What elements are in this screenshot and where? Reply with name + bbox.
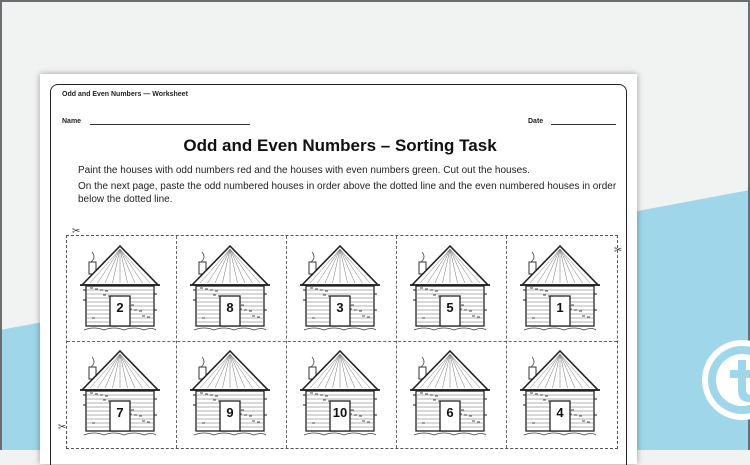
house-number: 4 bbox=[556, 405, 564, 420]
house-drawing bbox=[300, 244, 380, 331]
house-card: 4 bbox=[510, 343, 610, 443]
window-frame-top bbox=[0, 0, 750, 2]
house-number: 8 bbox=[226, 300, 234, 315]
house-drawing bbox=[520, 244, 600, 331]
house-card: 10 bbox=[290, 343, 390, 443]
grid-divider bbox=[67, 341, 617, 342]
house-drawing bbox=[190, 244, 270, 331]
house-drawing bbox=[80, 349, 160, 436]
twinkl-logo-icon bbox=[702, 340, 750, 420]
worksheet-header-title: Odd and Even Numbers — Worksheet bbox=[62, 91, 188, 98]
house-card: 5 bbox=[400, 238, 500, 338]
name-label: Name bbox=[62, 118, 82, 125]
house-drawing bbox=[80, 244, 160, 331]
house-drawing bbox=[410, 244, 490, 331]
house-drawing bbox=[300, 349, 380, 436]
instruction-2: On the next page, paste the odd numbered… bbox=[78, 181, 617, 205]
house-card: 3 bbox=[290, 238, 390, 338]
house-card: 8 bbox=[180, 238, 280, 338]
grid-divider bbox=[396, 236, 397, 448]
house-card: 7 bbox=[70, 343, 170, 443]
house-drawing bbox=[520, 349, 600, 436]
house-number: 1 bbox=[556, 300, 564, 315]
house-card: 6 bbox=[400, 343, 500, 443]
house-number: 10 bbox=[332, 405, 348, 420]
house-drawing bbox=[190, 349, 270, 436]
house-number: 2 bbox=[116, 300, 124, 315]
house-number: 9 bbox=[226, 405, 234, 420]
house-card: 9 bbox=[180, 343, 280, 443]
grid-divider bbox=[286, 236, 287, 448]
page-title: Odd and Even Numbers – Sorting Task bbox=[183, 136, 497, 155]
house-number: 3 bbox=[336, 300, 344, 315]
house-number: 5 bbox=[446, 300, 454, 315]
house-number: 6 bbox=[446, 405, 454, 420]
name-line bbox=[90, 124, 250, 125]
window-frame-left bbox=[0, 0, 2, 450]
house-drawing bbox=[410, 349, 490, 436]
grid-divider bbox=[176, 236, 177, 448]
date-label: Date bbox=[528, 118, 544, 125]
instruction-1: Paint the houses with odd numbers red an… bbox=[78, 165, 530, 176]
date-line bbox=[551, 124, 616, 125]
house-number: 7 bbox=[116, 405, 124, 420]
house-card: 1 bbox=[510, 238, 610, 338]
grid-divider bbox=[506, 236, 507, 448]
house-card: 2 bbox=[70, 238, 170, 338]
